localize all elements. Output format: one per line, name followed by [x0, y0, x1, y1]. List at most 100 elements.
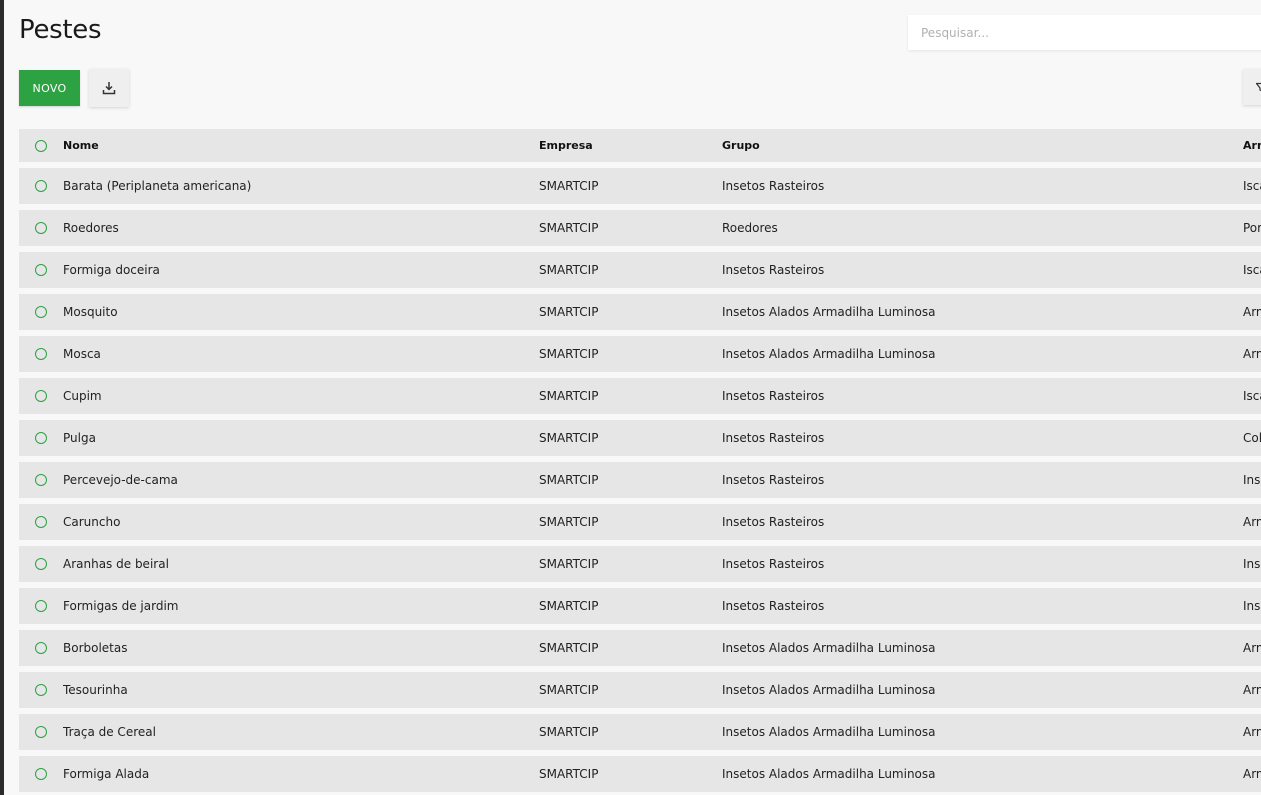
cell-nome: Formiga Alada: [63, 767, 150, 781]
table-row[interactable]: Formiga doceira SMARTCIP Insetos Rasteiros…: [19, 252, 1261, 288]
row-select-checkbox[interactable]: [35, 600, 47, 612]
table-row[interactable]: Percevejo-de-cama SMARTCIP Insetos Rasteir…: [19, 462, 1261, 498]
cell-empresa: SMARTCIP: [539, 473, 599, 487]
table-row[interactable]: Roedores SMARTCIP Roedores Por: [19, 210, 1261, 246]
cell-armadilha: Ins: [1243, 473, 1261, 487]
table-row[interactable]: Caruncho SMARTCIP Insetos Rasteiros Arm: [19, 504, 1261, 540]
column-header-grupo[interactable]: Grupo: [722, 129, 1222, 162]
table-row[interactable]: Barata (Periplaneta americana) SMARTCIP In…: [19, 168, 1261, 204]
table-row[interactable]: Pulga SMARTCIP Insetos Rasteiros Col: [19, 420, 1261, 456]
row-select-cell: [35, 420, 49, 456]
row-select-checkbox[interactable]: [35, 348, 47, 360]
row-select-cell: [35, 630, 49, 666]
cell-empresa: SMARTCIP: [539, 179, 599, 193]
cell-armadilha: Arm: [1243, 515, 1261, 529]
row-select-checkbox[interactable]: [35, 390, 47, 402]
cell-nome: Mosquito: [63, 305, 118, 319]
table-row[interactable]: Formiga Alada SMARTCIP Insetos Alados Arma…: [19, 756, 1261, 792]
row-select-cell: [35, 714, 49, 750]
filter-icon: [1256, 82, 1261, 92]
cell-empresa: SMARTCIP: [539, 557, 599, 571]
column-header-empresa[interactable]: Empresa: [539, 129, 709, 162]
row-select-cell: [35, 294, 49, 330]
table-row[interactable]: Traça de Cereal SMARTCIP Insetos Alados Ar…: [19, 714, 1261, 750]
cell-armadilha: Isca: [1243, 263, 1261, 277]
cell-armadilha: Arm: [1243, 641, 1261, 655]
row-select-checkbox[interactable]: [35, 558, 47, 570]
cell-empresa: SMARTCIP: [539, 515, 599, 529]
row-select-checkbox[interactable]: [35, 180, 47, 192]
cell-armadilha: Isca: [1243, 389, 1261, 403]
row-select-checkbox[interactable]: [35, 222, 47, 234]
cell-armadilha: Col: [1243, 431, 1261, 445]
row-select-checkbox[interactable]: [35, 264, 47, 276]
table-row[interactable]: Aranhas de beiral SMARTCIP Insetos Rasteir…: [19, 546, 1261, 582]
row-select-cell: [35, 210, 49, 246]
filter-button[interactable]: [1243, 69, 1261, 105]
table-row[interactable]: Mosca SMARTCIP Insetos Alados Armadilha Lu…: [19, 336, 1261, 372]
cell-grupo: Insetos Rasteiros: [722, 515, 825, 529]
row-select-checkbox[interactable]: [35, 306, 47, 318]
cell-nome: Traça de Cereal: [63, 725, 156, 739]
cell-armadilha: Arm: [1243, 683, 1261, 697]
row-select-checkbox[interactable]: [35, 726, 47, 738]
table-body: Barata (Periplaneta americana) SMARTCIP In…: [19, 168, 1261, 792]
select-all-checkbox[interactable]: [35, 139, 47, 152]
cell-grupo: Insetos Alados Armadilha Luminosa: [722, 683, 936, 697]
table-row[interactable]: Formigas de jardim SMARTCIP Insetos Rastei…: [19, 588, 1261, 624]
cell-grupo: Insetos Rasteiros: [722, 473, 825, 487]
cell-armadilha: Arm: [1243, 305, 1261, 319]
table-row[interactable]: Cupim SMARTCIP Insetos Rasteiros Isca: [19, 378, 1261, 414]
row-select-checkbox[interactable]: [35, 474, 47, 486]
export-button[interactable]: [89, 69, 129, 107]
row-select-checkbox[interactable]: [35, 684, 47, 696]
row-select-cell: [35, 168, 49, 204]
row-select-checkbox[interactable]: [35, 642, 47, 654]
cell-nome: Tesourinha: [63, 683, 128, 697]
table-row[interactable]: Tesourinha SMARTCIP Insetos Alados Armadil…: [19, 672, 1261, 708]
search-input[interactable]: [908, 15, 1261, 50]
row-select-cell: [35, 504, 49, 540]
cell-grupo: Insetos Alados Armadilha Luminosa: [722, 641, 936, 655]
row-select-checkbox[interactable]: [35, 516, 47, 528]
cell-grupo: Insetos Rasteiros: [722, 599, 825, 613]
cell-grupo: Insetos Alados Armadilha Luminosa: [722, 725, 936, 739]
cell-armadilha: Ins: [1243, 599, 1261, 613]
download-icon: [102, 82, 116, 95]
cell-grupo: Insetos Rasteiros: [722, 431, 825, 445]
cell-empresa: SMARTCIP: [539, 431, 599, 445]
cell-empresa: SMARTCIP: [539, 221, 599, 235]
row-select-cell: [35, 672, 49, 708]
new-button[interactable]: NOVO: [19, 70, 80, 106]
cell-empresa: SMARTCIP: [539, 767, 599, 781]
cell-grupo: Insetos Rasteiros: [722, 389, 825, 403]
page-title: Pestes: [19, 15, 102, 45]
table-row[interactable]: Borboletas SMARTCIP Insetos Alados Armadil…: [19, 630, 1261, 666]
cell-armadilha: Ins: [1243, 557, 1261, 571]
row-select-checkbox[interactable]: [35, 432, 47, 444]
cell-nome: Formiga doceira: [63, 263, 160, 277]
cell-armadilha: Arm: [1243, 725, 1261, 739]
cell-empresa: SMARTCIP: [539, 389, 599, 403]
cell-armadilha: Arm: [1243, 347, 1261, 361]
cell-empresa: SMARTCIP: [539, 683, 599, 697]
row-select-checkbox[interactable]: [35, 768, 47, 780]
cell-grupo: Insetos Alados Armadilha Luminosa: [722, 305, 936, 319]
pests-table: Nome Empresa Grupo Arm Barata (Periplane…: [19, 129, 1261, 795]
window-edge: [0, 0, 4, 795]
cell-nome: Mosca: [63, 347, 101, 361]
cell-empresa: SMARTCIP: [539, 347, 599, 361]
cell-empresa: SMARTCIP: [539, 263, 599, 277]
column-header-armadilha[interactable]: Arm: [1243, 129, 1261, 162]
cell-armadilha: Arm: [1243, 767, 1261, 781]
row-select-cell: [35, 546, 49, 582]
cell-empresa: SMARTCIP: [539, 599, 599, 613]
table-row[interactable]: Mosquito SMARTCIP Insetos Alados Armadilha…: [19, 294, 1261, 330]
cell-nome: Aranhas de beiral: [63, 557, 169, 571]
column-header-nome[interactable]: Nome: [63, 129, 523, 162]
row-select-cell: [35, 378, 49, 414]
cell-armadilha: Isca: [1243, 179, 1261, 193]
cell-empresa: SMARTCIP: [539, 641, 599, 655]
cell-grupo: Insetos Rasteiros: [722, 557, 825, 571]
table-header: Nome Empresa Grupo Arm: [19, 129, 1261, 162]
